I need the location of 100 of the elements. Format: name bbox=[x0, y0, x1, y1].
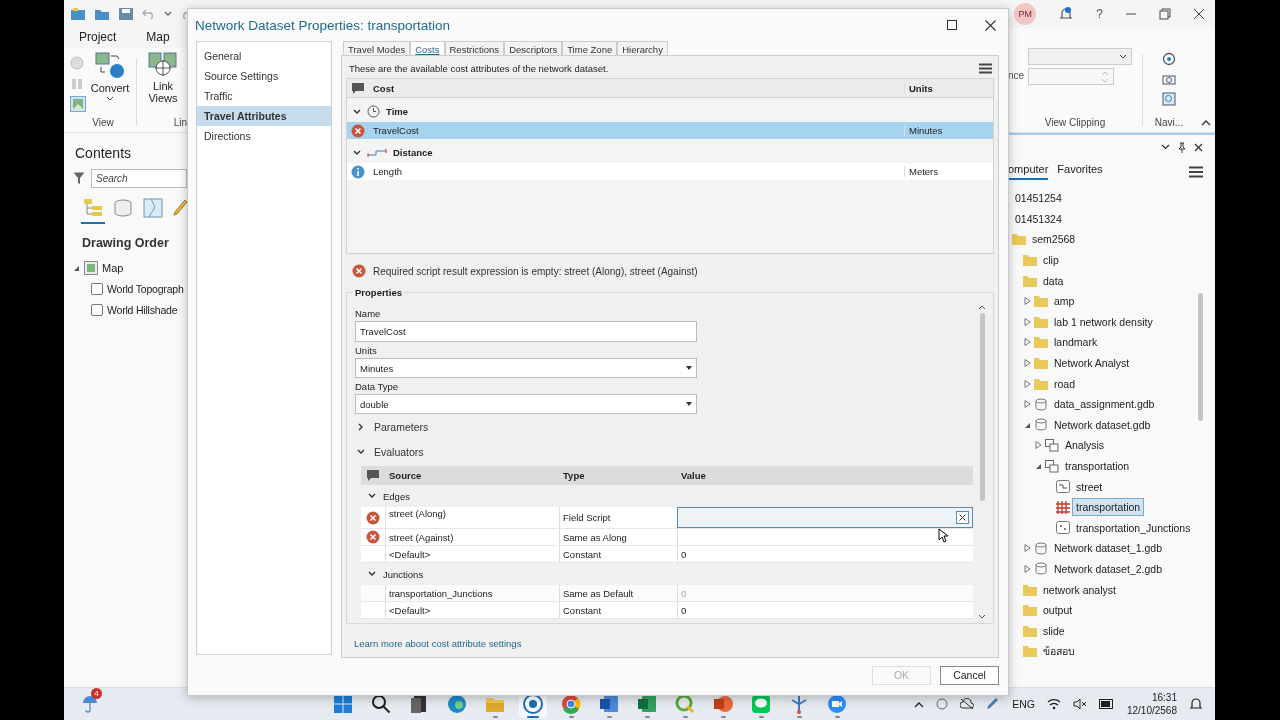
battery-icon[interactable] bbox=[1098, 699, 1115, 709]
tab[interactable]: Descriptors bbox=[504, 41, 563, 55]
tree-item[interactable]: amp bbox=[1051, 293, 1078, 310]
layer-name[interactable]: World Hillshade bbox=[107, 303, 178, 316]
column-header[interactable]: Units bbox=[904, 82, 993, 94]
triangle-icon[interactable] bbox=[1034, 441, 1042, 450]
chevron-down-icon[interactable] bbox=[368, 492, 376, 500]
pin-icon[interactable] bbox=[1178, 141, 1186, 153]
speaker-muted-icon[interactable] bbox=[1072, 698, 1087, 710]
value-field[interactable] bbox=[677, 507, 973, 528]
cancel-button[interactable]: Cancel bbox=[940, 665, 999, 685]
comment-icon[interactable] bbox=[352, 82, 364, 94]
view-tab[interactable] bbox=[81, 196, 105, 224]
help-link[interactable]: Learn more about cost attribute settings bbox=[354, 638, 522, 649]
triangle-icon[interactable] bbox=[73, 264, 80, 272]
save-icon[interactable] bbox=[118, 7, 134, 21]
ribbon-tab[interactable]: Project bbox=[79, 30, 117, 46]
spinner-field[interactable] bbox=[1028, 68, 1115, 85]
tree-item[interactable]: 01451254 bbox=[1012, 190, 1065, 207]
name-field[interactable]: TravelCost bbox=[355, 321, 697, 342]
group-label[interactable]: Distance bbox=[393, 147, 433, 158]
units-dropdown[interactable]: Minutes bbox=[355, 358, 697, 378]
chevron-up-icon[interactable] bbox=[1201, 119, 1211, 126]
tree-item[interactable]: output bbox=[1040, 602, 1076, 619]
tree-item[interactable]: data_assignment.gdb bbox=[1051, 396, 1158, 413]
chevron-right-icon[interactable] bbox=[357, 422, 365, 431]
nav-item[interactable]: Source Settings bbox=[197, 66, 331, 86]
tree-item[interactable]: data bbox=[1040, 272, 1067, 289]
nav-item[interactable]: Directions bbox=[197, 126, 331, 146]
umbrella-icon[interactable] bbox=[82, 695, 98, 713]
nav-item[interactable]: Travel Attributes bbox=[197, 106, 331, 126]
layer-name[interactable]: Map bbox=[102, 262, 124, 274]
close-icon[interactable] bbox=[985, 19, 996, 31]
tree-item[interactable]: network analyst bbox=[1040, 581, 1119, 598]
tree-item[interactable]: Network dataset.gdb bbox=[1051, 416, 1154, 433]
rotate-icon[interactable] bbox=[1162, 52, 1176, 66]
notification-icon[interactable] bbox=[1189, 697, 1203, 711]
tab[interactable]: Time Zone bbox=[562, 41, 618, 55]
tab[interactable]: Costs bbox=[410, 41, 445, 55]
tab[interactable]: Travel Modes bbox=[343, 41, 411, 55]
tree-item[interactable]: road bbox=[1051, 375, 1078, 392]
table-row[interactable]: <Default> Constant 0 bbox=[361, 602, 973, 619]
cloud-off-icon[interactable] bbox=[960, 698, 975, 710]
chevron-down-icon[interactable] bbox=[357, 447, 365, 456]
tree-item[interactable]: clip bbox=[1040, 252, 1062, 269]
pane-tab[interactable]: Favorites bbox=[1057, 163, 1103, 180]
scroll-down-icon[interactable] bbox=[978, 614, 986, 619]
triangle-icon[interactable] bbox=[1023, 338, 1031, 347]
tree-item[interactable]: Network dataset_1.gdb bbox=[1051, 540, 1165, 557]
triangle-icon[interactable] bbox=[1023, 359, 1031, 368]
triangle-icon[interactable] bbox=[1023, 544, 1031, 553]
triangle-icon[interactable] bbox=[1034, 462, 1042, 470]
wifi-icon[interactable] bbox=[1046, 698, 1061, 710]
table-row[interactable]: Length Meters bbox=[347, 163, 993, 180]
column-header[interactable]: Cost bbox=[369, 82, 904, 94]
convert-button[interactable]: Convert bbox=[88, 52, 132, 112]
maximize-icon[interactable] bbox=[947, 20, 957, 30]
tree-item[interactable]: lab 1 network density bbox=[1051, 313, 1156, 330]
tree-item[interactable]: 01451324 bbox=[1012, 210, 1065, 227]
restore-icon[interactable] bbox=[1159, 8, 1171, 20]
tree-item[interactable]: Analysis bbox=[1062, 437, 1108, 454]
tree-item[interactable]: transportation bbox=[1073, 499, 1144, 516]
clock-time[interactable]: 16:31 bbox=[1151, 691, 1177, 704]
tab[interactable]: Hierarchy bbox=[617, 41, 668, 55]
language-indicator[interactable]: ENG bbox=[1012, 698, 1035, 710]
new-project-icon[interactable] bbox=[70, 7, 86, 21]
tree-item[interactable]: Network dataset_2.gdb bbox=[1051, 561, 1165, 577]
table-row[interactable]: street (Along) Field Script bbox=[361, 507, 973, 529]
table-row[interactable]: TravelCost Minutes bbox=[347, 122, 993, 139]
chevron-down-icon[interactable] bbox=[368, 570, 376, 578]
menu-icon[interactable] bbox=[1189, 165, 1203, 178]
table-row[interactable]: street (Against) Same as Along bbox=[361, 529, 973, 546]
close-icon[interactable] bbox=[1193, 8, 1205, 20]
tree-item[interactable]: ข้อสอบ bbox=[1040, 640, 1078, 662]
triangle-icon[interactable] bbox=[1023, 400, 1031, 409]
scrollbar[interactable] bbox=[977, 305, 987, 619]
close-icon[interactable] bbox=[1194, 142, 1203, 152]
chevron-down-icon[interactable] bbox=[1161, 144, 1170, 150]
comment-icon[interactable] bbox=[367, 470, 379, 481]
camera-icon[interactable] bbox=[1162, 73, 1176, 85]
chevron-up-icon[interactable] bbox=[914, 700, 925, 708]
triangle-icon[interactable] bbox=[1023, 565, 1031, 573]
checkbox[interactable] bbox=[91, 303, 103, 316]
tree-item[interactable]: slide bbox=[1040, 622, 1068, 639]
section-header[interactable]: Parameters bbox=[374, 420, 429, 433]
triangle-icon[interactable] bbox=[1023, 317, 1031, 326]
open-folder-icon[interactable] bbox=[94, 7, 110, 21]
account-avatar[interactable]: PM bbox=[1014, 3, 1037, 25]
triangle-icon[interactable] bbox=[1023, 297, 1031, 306]
tree-item[interactable]: street bbox=[1073, 478, 1106, 495]
search-field[interactable]: Search bbox=[91, 169, 187, 188]
table-row[interactable]: <Default> Constant 0 bbox=[361, 546, 973, 563]
filter-icon[interactable] bbox=[73, 172, 85, 185]
pen-icon[interactable] bbox=[986, 698, 1001, 710]
clear-icon[interactable] bbox=[956, 511, 969, 524]
circle-icon[interactable] bbox=[936, 698, 949, 710]
tree-item[interactable]: transportation_Junctions bbox=[1073, 519, 1194, 536]
caret-icon[interactable] bbox=[164, 11, 172, 17]
triangle-icon[interactable] bbox=[1023, 379, 1031, 388]
tree-item[interactable]: transportation bbox=[1062, 458, 1133, 474]
